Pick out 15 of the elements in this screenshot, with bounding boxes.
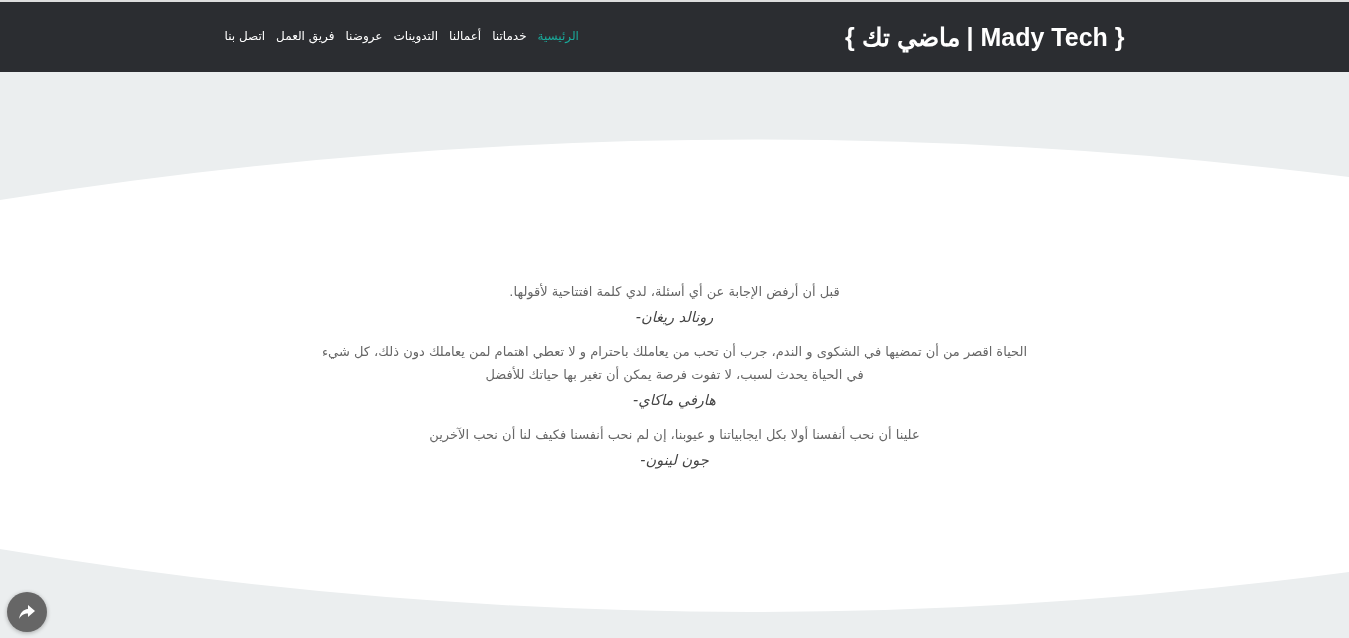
- nav-link[interactable]: التدوينات: [393, 29, 439, 43]
- nav-link[interactable]: اتصل بنا: [224, 29, 266, 43]
- quote-text: علينا أن نحب أنفسنا أولا بكل ايجابياتنا و عيوبنا، إن لم نحب أنفسنا فكيف لنا أن نحب الآخرين: [428, 425, 921, 445]
- site-logo[interactable]: { ماضي تك | Mady Tech }: [844, 22, 1125, 52]
- nav-link[interactable]: أعمالنا: [449, 29, 482, 43]
- quote-author: هارفي ماكاي-: [632, 392, 717, 408]
- nav-link[interactable]: فريق العمل: [276, 29, 335, 43]
- nav-link[interactable]: عروضنا: [345, 29, 383, 43]
- nav-link[interactable]: خدماتنا: [492, 29, 527, 43]
- quote-text: قبل أن أرفض الإجابة عن أي أسئلة، لدي كلمة افتتاحية لأقولها.: [508, 282, 841, 302]
- quote-text: الحياة اقصر من أن تمضيها في الشكوى و الندم، جرب أن تحب من يعاملك باحترام و لا تعطي اهتمام لمن يعاملك دون ذلك، كل شيء في الحياة يحدث لسبب، لا تفوت فرصة يمكن أن تغير بها حياتك للأفضل: [320, 342, 1029, 385]
- quote-author: جون لينون-: [639, 452, 710, 468]
- share-icon: [19, 605, 35, 619]
- nav-link[interactable]: الرئيسية: [537, 29, 579, 43]
- quote-author: رونالد ريغان-: [634, 309, 715, 325]
